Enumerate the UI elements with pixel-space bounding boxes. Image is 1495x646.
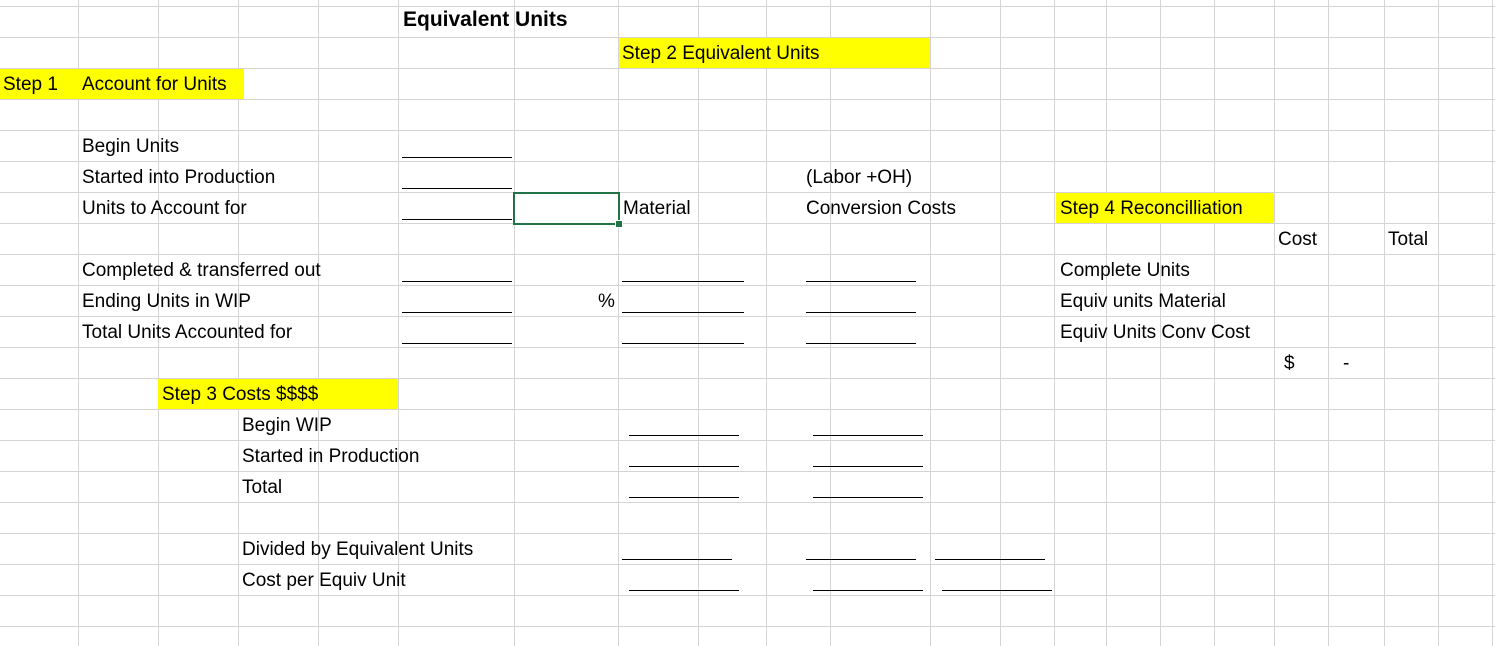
blank-completed-conversion[interactable] [806,281,916,282]
blank-started-material[interactable] [629,466,739,467]
gridline-horizontal [0,502,1495,503]
blank-completed-material[interactable] [622,281,744,282]
gridline-horizontal [0,533,1495,534]
gridline-horizontal [0,471,1495,472]
dash-value: - [1343,353,1350,374]
begin-wip-label: Begin WIP [242,415,332,436]
gridline-vertical [1274,0,1275,646]
gridline-vertical [1328,0,1329,646]
blank-divided-extra[interactable] [935,559,1045,560]
blank-divided-conversion[interactable] [806,559,916,560]
gridline-horizontal [0,409,1495,410]
step3-label: Step 3 Costs $$$$ [162,384,319,405]
cost-header: Cost [1278,229,1318,250]
gridline-vertical [1000,0,1001,646]
blank-ending-material[interactable] [622,312,744,313]
gridline-horizontal [0,316,1495,317]
gridline-horizontal [0,161,1495,162]
gridline-horizontal [0,564,1495,565]
blank-started-into-production[interactable] [402,188,512,189]
gridline-horizontal [0,130,1495,131]
blank-units-to-account[interactable] [402,219,512,220]
blank-divided-material[interactable] [622,559,732,560]
gridline-vertical [766,0,767,646]
total-header: Total [1388,229,1429,250]
completed-transferred-label: Completed & transferred out [82,260,321,281]
started-in-production-label: Started in Production [242,446,420,467]
selected-cell[interactable] [513,192,620,225]
conversion-costs-header: Conversion Costs [806,198,956,219]
gridline-vertical [1054,0,1055,646]
blank-begin-wip-material[interactable] [629,435,739,436]
sheet-title: Equivalent Units [403,8,568,31]
complete-units-label: Complete Units [1060,260,1190,281]
started-into-production-label: Started into Production [82,167,276,188]
total-label: Total [242,477,283,498]
blank-cost-per-extra[interactable] [942,590,1052,591]
gridline-vertical [618,0,619,646]
gridline-vertical [514,0,515,646]
blank-total-cost-material[interactable] [629,497,739,498]
blank-started-conversion[interactable] [813,466,923,467]
gridline-horizontal [0,254,1495,255]
blank-cost-per-material[interactable] [629,590,739,591]
gridline-vertical [698,0,699,646]
percent-sign: % [598,291,615,312]
blank-ending-conversion[interactable] [806,312,916,313]
gridline-horizontal [0,6,1495,7]
ending-wip-label: Ending Units in WIP [82,291,251,312]
gridline-horizontal [0,285,1495,286]
blank-ending-units[interactable] [402,312,512,313]
equiv-material-label: Equiv units Material [1060,291,1226,312]
blank-total-material[interactable] [622,343,744,344]
gridline-vertical [930,0,931,646]
blank-total-conversion[interactable] [806,343,916,344]
blank-cost-per-conversion[interactable] [813,590,923,591]
labor-oh-label: (Labor +OH) [806,167,913,188]
blank-total-units[interactable] [402,343,512,344]
units-to-account-label: Units to Account for [82,198,247,219]
total-accounted-label: Total Units Accounted for [82,322,293,343]
divided-by-label: Divided by Equivalent Units [242,539,474,560]
gridline-horizontal [0,595,1495,596]
gridline-vertical [830,0,831,646]
gridline-horizontal [0,223,1495,224]
begin-units-label: Begin Units [82,136,180,157]
dollar-sign: $ [1284,353,1295,374]
cost-per-unit-label: Cost per Equiv Unit [242,570,406,591]
gridline-horizontal [0,347,1495,348]
blank-total-cost-conversion[interactable] [813,497,923,498]
gridline-vertical [1438,0,1439,646]
account-for-units-label: Account for Units [82,74,227,95]
fill-handle[interactable] [615,220,623,228]
gridline-horizontal [0,440,1495,441]
blank-begin-wip-conversion[interactable] [813,435,923,436]
step1-label: Step 1 [3,74,58,95]
step2-label: Step 2 Equivalent Units [622,43,820,64]
gridline-vertical [1492,0,1493,646]
blank-completed-units[interactable] [402,281,512,282]
material-header: Material [623,198,691,219]
equiv-conv-label: Equiv Units Conv Cost [1060,322,1251,343]
step4-label: Step 4 Reconcilliation [1060,198,1243,219]
gridline-horizontal [0,99,1495,100]
blank-begin-units[interactable] [402,157,512,158]
gridline-horizontal [0,626,1495,627]
gridline-vertical [1384,0,1385,646]
